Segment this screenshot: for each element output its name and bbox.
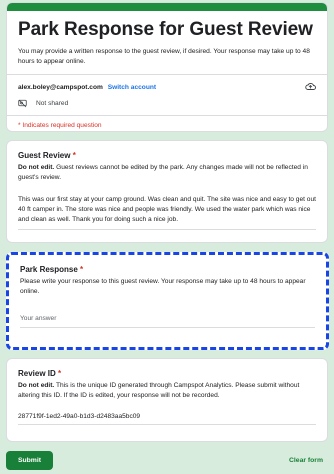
- guest-review-note: Do not edit. Guest reviews cannot be edi…: [18, 163, 316, 183]
- header-accent-bar: [7, 3, 327, 11]
- required-note: * Indicates required question: [18, 122, 102, 129]
- guest-review-note-text: Guest reviews cannot be edited by the pa…: [18, 164, 308, 181]
- form-header-card: Park Response for Guest Review You may p…: [6, 2, 328, 132]
- cloud-icon: [305, 82, 316, 93]
- form-title: Park Response for Guest Review: [18, 19, 313, 40]
- submit-button[interactable]: Submit: [6, 451, 53, 470]
- park-response-note: Please write your response to this guest…: [20, 278, 306, 295]
- form-footer: Submit Clear form: [6, 451, 328, 470]
- required-asterisk: *: [72, 151, 76, 160]
- park-response-label: Park Response *: [20, 265, 315, 274]
- question-title: Review ID: [18, 369, 56, 378]
- do-not-edit-label: Do not edit.: [18, 382, 55, 389]
- question-title: Guest Review: [18, 151, 71, 160]
- switch-account-link[interactable]: Switch account: [108, 84, 156, 91]
- form-description: You may provide a written response to th…: [18, 48, 310, 65]
- clear-form-button[interactable]: Clear form: [289, 457, 328, 464]
- question-title: Park Response: [20, 265, 78, 274]
- guest-review-text[interactable]: This was our first stay at your camp gro…: [18, 195, 316, 230]
- review-id-note-text: This is the unique ID generated through …: [18, 382, 300, 399]
- guest-review-card: Guest Review * Do not edit. Guest review…: [6, 140, 328, 243]
- do-not-edit-label: Do not edit.: [18, 164, 55, 171]
- shared-status-row: Not shared: [7, 93, 327, 108]
- not-shared-text: Not shared: [36, 100, 69, 107]
- guest-review-label: Guest Review *: [18, 151, 316, 160]
- required-asterisk: *: [80, 265, 84, 274]
- review-id-label: Review ID *: [18, 369, 316, 378]
- not-shared-icon: [18, 99, 27, 108]
- account-row: alex.boley@campspot.com Switch account: [7, 75, 327, 93]
- required-asterisk: *: [58, 369, 62, 378]
- park-response-card[interactable]: Park Response * Please write your respon…: [6, 252, 329, 350]
- account-email: alex.boley@campspot.com: [18, 84, 103, 91]
- review-id-note: Do not edit. This is the unique ID gener…: [18, 381, 316, 401]
- review-id-value[interactable]: 28771f9f-1ed2-49a0-b1d3-d2483aa5bc09: [18, 413, 316, 425]
- park-response-input[interactable]: [20, 311, 315, 328]
- review-id-card: Review ID * Do not edit. This is the uni…: [6, 358, 328, 442]
